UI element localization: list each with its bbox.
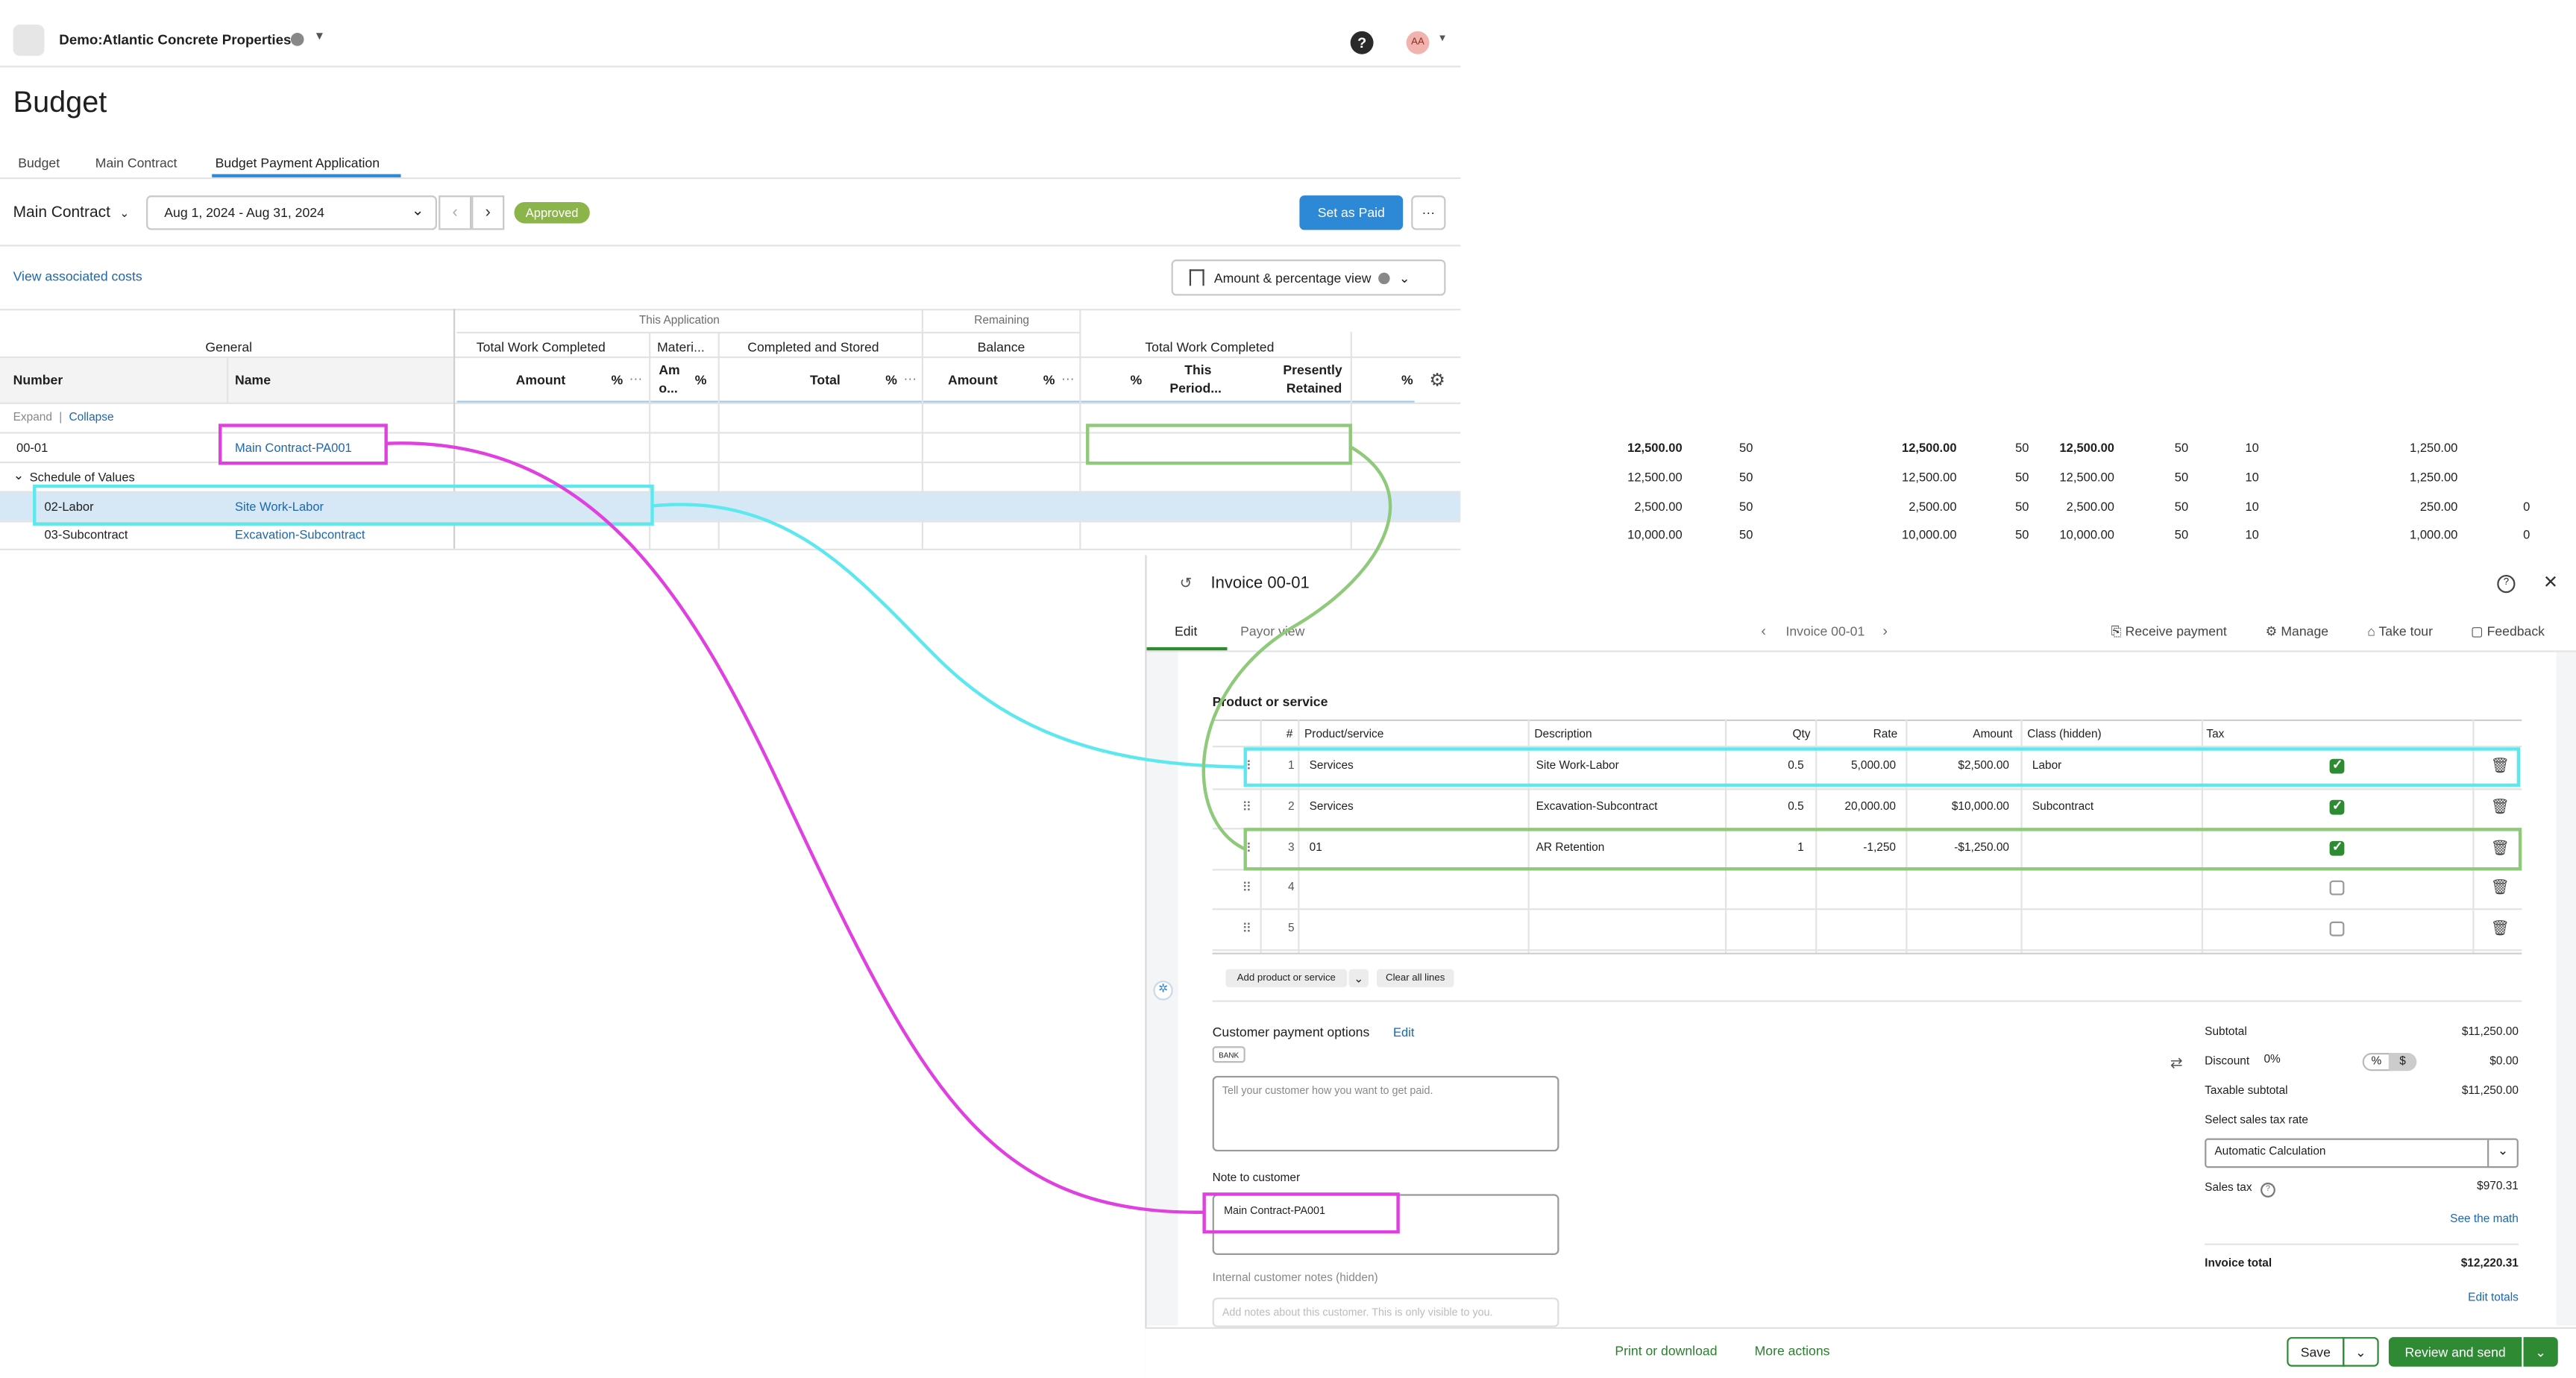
annotation-box-labor-row [33,484,654,526]
annotation-connector-magenta [386,441,1204,1214]
annotation-connector-cyan [652,503,1245,769]
annotation-connector-green [1201,445,1392,851]
annotation-box-line-1 [1243,747,2521,787]
annotation-overlay [33,424,2522,1234]
annotation-box-pa001 [218,424,388,465]
annotation-box-line-3 [1243,828,2522,871]
annotation-box-retention [1086,424,1352,465]
annotation-box-note [1202,1192,1400,1234]
